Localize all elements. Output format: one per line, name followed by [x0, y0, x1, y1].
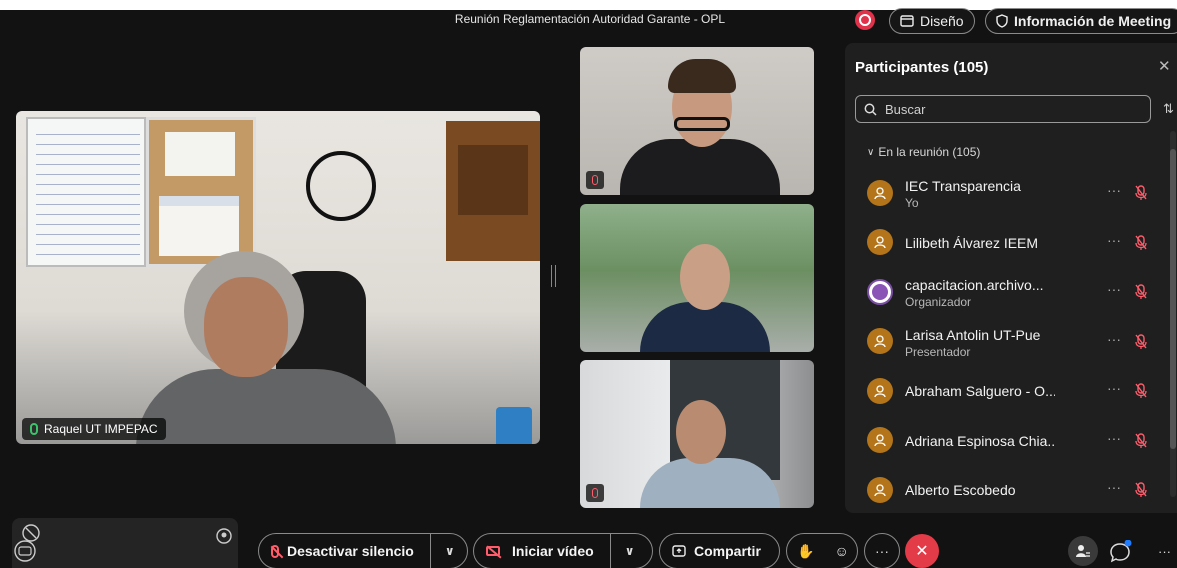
participant-name: capacitacion.archivo...	[905, 277, 1044, 293]
unmute-button[interactable]: Desactivar silencio ∨	[258, 533, 468, 568]
video-tile-2[interactable]	[580, 204, 814, 352]
main-video-tile[interactable]: Raquel UT IMPEPAC	[16, 111, 540, 444]
leave-meeting-button[interactable]: ✕	[905, 534, 939, 568]
self-view[interactable]	[12, 518, 238, 568]
layout-label: Diseño	[920, 13, 964, 29]
recording-icon[interactable]	[855, 10, 875, 30]
mic-muted-icon	[1135, 482, 1147, 501]
participant-name: Lilibeth Álvarez IEEM	[905, 234, 1039, 251]
layout-button[interactable]: Diseño	[889, 8, 975, 34]
whiteboard-scene	[26, 117, 146, 267]
corkboard-scene	[146, 117, 256, 267]
share-button[interactable]: Compartir	[659, 533, 780, 568]
participants-toggle-icon[interactable]	[1068, 536, 1098, 566]
participant-name: Abraham Salguero - O...	[905, 383, 1055, 399]
mic-muted-icon	[1135, 333, 1147, 353]
participant-name: Larisa Antolin UT-Pue	[905, 326, 1041, 343]
participant-name: IEC Transparencia	[905, 178, 1021, 194]
close-icon[interactable]: ✕	[1158, 57, 1171, 75]
participant-more-icon[interactable]: ···	[1107, 232, 1121, 248]
share-icon	[672, 545, 686, 557]
participant-row[interactable]: Lilibeth Álvarez IEEM ···	[845, 218, 1165, 268]
participant-row[interactable]: capacitacion.archivo... Organizador ···	[845, 267, 1165, 317]
section-label: En la reunión (105)	[878, 145, 981, 159]
chevron-down-icon[interactable]: ∨	[445, 544, 455, 558]
search-icon	[864, 103, 877, 116]
search-input[interactable]	[885, 101, 1135, 117]
person-icon	[867, 427, 893, 454]
start-video-label: Iniciar vídeo	[512, 543, 594, 559]
unmute-label: Desactivar silencio	[287, 543, 414, 559]
person-icon	[867, 476, 893, 503]
closed-caption-icon[interactable]	[14, 540, 36, 562]
meeting-info-button[interactable]: Información de Meeting	[985, 8, 1177, 34]
participant-role: Yo	[905, 196, 919, 210]
person-icon	[867, 377, 893, 404]
participant-row[interactable]: IEC Transparencia Yo ···	[845, 168, 1165, 218]
participant-row[interactable]: Alberto Escobedo ···	[845, 465, 1165, 515]
layout-icon	[900, 15, 914, 27]
speaker-figure	[136, 251, 396, 444]
mic-muted-icon	[1135, 284, 1147, 303]
video-tile-3[interactable]	[580, 360, 814, 508]
meeting-title: Reunión Reglamentación Autoridad Garante…	[454, 12, 726, 26]
more-label: ···	[875, 543, 889, 559]
participant-more-icon[interactable]: ···	[1107, 430, 1121, 446]
share-label: Compartir	[694, 543, 761, 559]
person-icon	[867, 179, 893, 206]
search-box[interactable]	[855, 95, 1151, 123]
participant-role: Presentador	[905, 344, 971, 359]
wall-decoration	[306, 151, 376, 221]
more-icon[interactable]: ···	[1158, 544, 1171, 559]
speaker-name-tag: Raquel UT IMPEPAC	[22, 418, 166, 440]
participant-more-icon[interactable]: ···	[1107, 380, 1121, 396]
scrollbar[interactable]	[1170, 131, 1176, 497]
resize-handle[interactable]	[551, 265, 556, 287]
mic-muted-icon	[1135, 234, 1147, 254]
participant-name: Alberto Escobedo	[905, 482, 1016, 498]
panel-title: Participantes (105)	[855, 59, 989, 76]
profile-avatar	[867, 278, 893, 305]
speaker-name: Raquel UT IMPEPAC	[44, 422, 158, 436]
sort-icon[interactable]: ⇅	[1163, 101, 1174, 117]
shield-icon	[996, 14, 1008, 28]
participant-more-icon[interactable]: ···	[1107, 281, 1121, 297]
participants-panel: Participantes (105) ✕ ⇅ ∨ En la reunión …	[845, 43, 1177, 513]
mic-muted-icon	[271, 544, 279, 558]
participant-row[interactable]: Larisa Antolin UT-Pue Presentador ···	[845, 317, 1165, 367]
chevron-down-icon[interactable]: ∨	[625, 544, 635, 558]
emoji-icon[interactable]: ☺	[834, 543, 848, 559]
more-options-button[interactable]: ···	[864, 533, 900, 568]
wall-shelf	[446, 121, 540, 261]
participant-more-icon[interactable]: ···	[1107, 182, 1121, 198]
participant-more-icon[interactable]: ···	[1107, 331, 1121, 347]
chevron-down-icon: ∨	[867, 146, 875, 158]
mic-muted-icon	[1135, 185, 1147, 204]
participant-more-icon[interactable]: ···	[1107, 479, 1121, 495]
muted-icon	[586, 171, 604, 189]
effects-icon[interactable]	[216, 528, 232, 544]
mic-on-icon	[30, 423, 38, 435]
muted-icon	[586, 484, 604, 502]
meeting-info-label: Información de Meeting	[1014, 13, 1172, 29]
participant-row[interactable]: Abraham Salguero - O... ···	[845, 366, 1165, 416]
person-icon	[867, 229, 893, 256]
blue-container	[496, 407, 532, 444]
person-icon	[867, 328, 893, 355]
camera-off-icon	[486, 546, 500, 556]
participant-list: IEC Transparencia Yo ··· Lilibeth Álvarez I…	[845, 168, 1165, 515]
start-video-button[interactable]: Iniciar vídeo ∨	[473, 533, 653, 568]
in-meeting-section[interactable]: ∨ En la reunión (105)	[867, 145, 980, 159]
participant-role: Organizador	[905, 295, 972, 309]
participant-name: Adriana Espinosa Chia...	[905, 432, 1055, 449]
participant-row[interactable]: Adriana Espinosa Chia... ···	[845, 416, 1165, 466]
video-tile-1[interactable]	[580, 47, 814, 195]
mic-muted-icon	[1135, 432, 1147, 452]
chat-icon[interactable]	[1108, 539, 1132, 567]
reactions-group: ✋ ☺	[786, 533, 858, 568]
mic-muted-icon	[1135, 383, 1147, 402]
raise-hand-icon[interactable]: ✋	[797, 543, 814, 560]
